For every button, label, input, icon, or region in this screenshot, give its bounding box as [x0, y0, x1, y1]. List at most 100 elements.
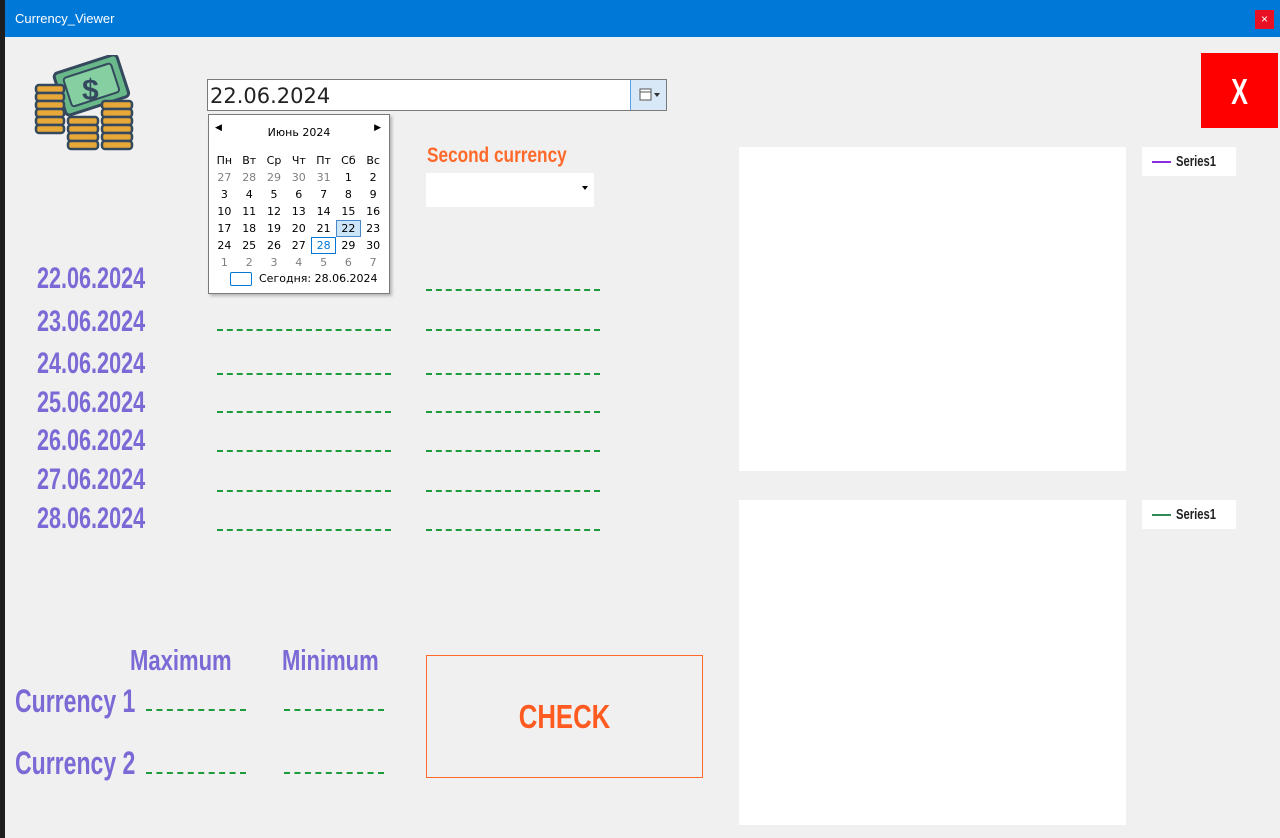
weekday-header: Пт — [316, 154, 331, 167]
chevron-down-icon — [582, 186, 588, 190]
calendar-day[interactable]: 28 — [237, 169, 262, 186]
calendar-day[interactable]: 13 — [286, 203, 311, 220]
chart-1-legend-label: Series1 — [1176, 153, 1217, 170]
calendar-day[interactable]: 3 — [212, 186, 237, 203]
calendar-week-row: 3456789 — [212, 186, 386, 203]
currency2-rate-value — [426, 529, 600, 533]
currency2-rate-value — [426, 329, 600, 333]
calendar-day[interactable]: 7 — [311, 186, 336, 203]
calendar-weekday-row: Пн Вт Ср Чт Пт Сб Вс — [212, 152, 386, 169]
calendar-day[interactable]: 15 — [336, 203, 361, 220]
calendar-day[interactable]: 29 — [336, 237, 361, 254]
calendar-week-row: 24 25 26 27 28 29 30 — [212, 237, 386, 254]
currency2-rate-value — [426, 289, 600, 293]
calendar-day[interactable]: 1 — [212, 254, 237, 271]
calendar-week-row: 10 11 12 13 14 15 16 — [212, 203, 386, 220]
calendar-day[interactable]: 24 — [212, 237, 237, 254]
calendar-day[interactable]: 21 — [311, 220, 336, 237]
second-currency-select[interactable] — [426, 173, 594, 207]
calendar-day[interactable]: 16 — [361, 203, 386, 220]
calendar-day[interactable]: 27 — [286, 237, 311, 254]
calendar-day[interactable]: 17 — [212, 220, 237, 237]
calendar-day[interactable]: 12 — [262, 203, 287, 220]
weekday-header: Вт — [242, 154, 257, 167]
calendar-day[interactable]: 25 — [237, 237, 262, 254]
check-button[interactable]: CHECK — [426, 655, 703, 778]
calendar-day[interactable]: 2 — [237, 254, 262, 271]
calendar-day[interactable]: 20 — [286, 220, 311, 237]
chart-currency-2 — [739, 500, 1126, 825]
calendar-week-row: 27 28 29 30 31 1 2 — [212, 169, 386, 186]
calendar-today-link[interactable]: Сегодня: 28.06.2024 — [259, 272, 378, 285]
date-label: 23.06.2024 — [37, 305, 146, 338]
calendar-day[interactable]: 30 — [361, 237, 386, 254]
date-picker[interactable]: 22.06.2024 — [207, 79, 667, 111]
currency1-rate-value — [217, 490, 391, 494]
calendar-day[interactable]: 11 — [237, 203, 262, 220]
maximum-header: Maximum — [130, 645, 232, 677]
calendar-day[interactable]: 2 — [361, 169, 386, 186]
currency1-rate-value — [217, 450, 391, 454]
money-logo-icon: $ — [34, 55, 134, 151]
currency2-rate-value — [426, 490, 600, 494]
minimum-header: Minimum — [282, 645, 379, 677]
calendar-day[interactable]: 5 — [262, 186, 287, 203]
calendar-day[interactable]: 22 — [335, 220, 361, 237]
calendar-day[interactable]: 4 — [237, 186, 262, 203]
calendar-popup: ◀ Июнь 2024 ▶ Пн Вт Ср Чт Пт Сб Вс 27 28 29 30 31 1 2… — [208, 114, 390, 294]
exit-button[interactable]: X — [1201, 53, 1278, 128]
weekday-header: Вс — [366, 154, 380, 167]
currency-viewer-window: Currency_Viewer × $ 22.06.2024 ◀ Июнь 20… — [5, 0, 1280, 838]
currency2-rate-value — [426, 373, 600, 377]
calendar-day[interactable]: 30 — [286, 169, 311, 186]
calendar-week-row: 17 18 19 20 21 22 23 — [212, 220, 386, 237]
chart-2-legend: Series1 — [1142, 500, 1236, 529]
title-bar: Currency_Viewer × — [5, 0, 1280, 37]
chart-1-legend: Series1 — [1142, 147, 1236, 176]
calendar-day[interactable]: 9 — [361, 186, 386, 203]
calendar-day[interactable]: 23 — [361, 220, 386, 237]
calendar-week-row: 1234567 — [212, 254, 386, 271]
currency1-max-value — [146, 709, 246, 711]
date-label: 28.06.2024 — [37, 502, 146, 535]
calendar-dropdown-button[interactable] — [630, 80, 666, 110]
date-picker-value: 22.06.2024 — [210, 84, 331, 108]
calendar-day[interactable]: 19 — [262, 220, 287, 237]
calendar-day[interactable]: 29 — [262, 169, 287, 186]
window-close-button[interactable]: × — [1255, 10, 1274, 29]
calendar-day[interactable]: 3 — [262, 254, 287, 271]
exit-button-label: X — [1231, 71, 1248, 112]
weekday-header: Пн — [216, 154, 233, 167]
calendar-day[interactable]: 26 — [262, 237, 287, 254]
calendar-day[interactable]: 4 — [286, 254, 311, 271]
calendar-day[interactable]: 7 — [361, 254, 386, 271]
check-button-label: CHECK — [518, 698, 611, 735]
calendar-grid: Пн Вт Ср Чт Пт Сб Вс 27 28 29 30 31 1 2 3 4 5 6 7 8 9 10 11 12 1… — [212, 152, 386, 271]
date-label: 25.06.2024 — [37, 386, 146, 419]
calendar-day[interactable]: 18 — [237, 220, 262, 237]
calendar-day[interactable]: 27 — [212, 169, 237, 186]
currency1-rate-value — [217, 373, 391, 377]
currency2-max-value — [146, 772, 246, 774]
chart-2-legend-swatch — [1152, 514, 1171, 516]
calendar-day[interactable]: 14 — [311, 203, 336, 220]
currency2-rate-value — [426, 411, 600, 415]
currency2-label: Currency 2 — [15, 745, 136, 781]
calendar-day[interactable]: 6 — [286, 186, 311, 203]
date-label: 27.06.2024 — [37, 463, 146, 496]
calendar-day[interactable]: 5 — [311, 254, 336, 271]
calendar-next-icon[interactable]: ▶ — [374, 123, 381, 133]
currency1-label: Currency 1 — [15, 683, 136, 719]
currency2-rate-value — [426, 450, 600, 454]
calendar-day[interactable]: 28 — [311, 237, 336, 254]
calendar-month-label[interactable]: Июнь 2024 — [209, 126, 389, 139]
chart-2-legend-label: Series1 — [1176, 506, 1217, 523]
calendar-day[interactable]: 6 — [336, 254, 361, 271]
today-marker-icon — [230, 272, 252, 286]
calendar-day[interactable]: 10 — [212, 203, 237, 220]
weekday-header: Чт — [291, 154, 306, 167]
currency1-rate-value — [217, 329, 391, 333]
calendar-day[interactable]: 1 — [336, 169, 361, 186]
calendar-day[interactable]: 8 — [336, 186, 361, 203]
calendar-day[interactable]: 31 — [311, 169, 336, 186]
